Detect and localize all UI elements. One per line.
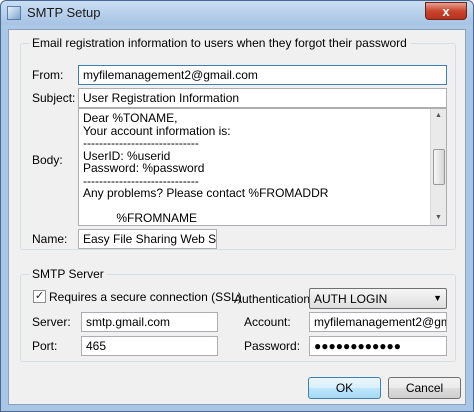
smtp-group-title: SMTP Server: [29, 267, 107, 281]
body-text[interactable]: Dear %TONAME, Your account information i…: [83, 112, 428, 224]
scroll-thumb[interactable]: [433, 149, 445, 185]
cancel-button[interactable]: Cancel: [388, 377, 461, 399]
scroll-up-icon[interactable]: ▲: [431, 109, 446, 123]
authentication-label: Authentication:: [234, 292, 314, 306]
port-input[interactable]: 465: [81, 336, 218, 356]
ok-button[interactable]: OK: [308, 377, 381, 399]
from-input[interactable]: myfilemanagement2@gmail.com: [78, 65, 447, 85]
server-input[interactable]: smtp.gmail.com: [81, 312, 218, 332]
close-button[interactable]: x: [425, 2, 467, 20]
window-title: SMTP Setup: [27, 5, 101, 20]
title-bar[interactable]: SMTP Setup x: [1, 1, 473, 25]
authentication-select[interactable]: AUTH LOGIN ▼: [309, 288, 447, 309]
account-input[interactable]: myfilemanagement2@gmail.com: [309, 312, 447, 332]
authentication-value: AUTH LOGIN: [314, 292, 388, 306]
subject-input[interactable]: User Registration Information: [78, 88, 447, 108]
smtp-setup-window: SMTP Setup x Email registration informat…: [0, 0, 474, 412]
app-icon: [7, 6, 21, 20]
body-textarea[interactable]: Dear %TONAME, Your account information i…: [78, 108, 447, 226]
chevron-down-icon[interactable]: ▼: [433, 293, 442, 303]
port-label: Port:: [32, 339, 58, 353]
name-input[interactable]: Easy File Sharing Web Server: [78, 229, 217, 249]
password-label: Password:: [244, 339, 301, 353]
account-label: Account:: [244, 315, 291, 329]
body-scrollbar[interactable]: ▲ ▼: [430, 109, 446, 225]
from-label: From:: [32, 68, 64, 82]
ssl-label[interactable]: Requires a secure connection (SSL): [49, 290, 242, 304]
email-group-title: Email registration information to users …: [29, 36, 410, 50]
scroll-down-icon[interactable]: ▼: [431, 211, 446, 225]
server-label: Server:: [32, 315, 71, 329]
subject-label: Subject:: [32, 91, 76, 105]
body-label: Body:: [32, 153, 63, 167]
ssl-checkbox[interactable]: ✓: [33, 290, 46, 303]
password-input[interactable]: ●●●●●●●●●●●●: [309, 336, 447, 356]
name-label: Name:: [32, 232, 68, 246]
dialog-content: Email registration information to users …: [8, 29, 466, 405]
